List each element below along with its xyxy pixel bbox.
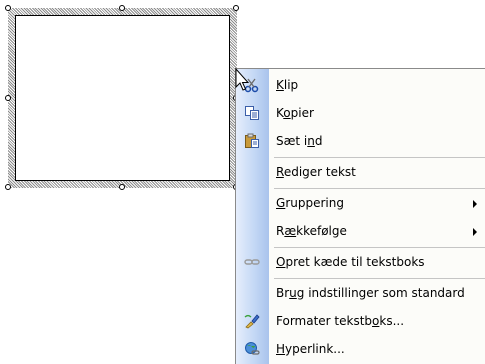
context-menu: Klip Kopier Sæt ind Rediger tekst Gruppe… [236, 69, 485, 364]
slide-canvas: Klip Kopier Sæt ind Rediger tekst Gruppe… [0, 0, 485, 364]
paste-icon [244, 133, 260, 149]
menu-item-hyperlink[interactable]: Hyperlink... [236, 335, 485, 363]
submenu-arrow-icon [473, 200, 477, 208]
menu-item-label: Sæt ind [276, 134, 323, 148]
menu-item-label: Gruppering [276, 196, 344, 210]
menu-item-label: Klip [276, 78, 299, 92]
resize-handle-left[interactable] [5, 95, 11, 101]
resize-handle-bottom[interactable] [119, 184, 125, 190]
link-icon [244, 254, 260, 270]
copy-icon [244, 105, 260, 121]
menu-item-label: Kopier [276, 106, 314, 120]
submenu-arrow-icon [473, 228, 477, 236]
resize-handle-top-left[interactable] [5, 5, 11, 11]
menu-item-order[interactable]: Rækkefølge [236, 217, 485, 245]
menu-item-label: Hyperlink... [276, 342, 345, 356]
menu-item-create-textbox-link[interactable]: Opret kæde til tekstboks [236, 248, 485, 276]
menu-item-label: Opret kæde til tekstboks [276, 255, 425, 269]
menu-item-label: Formater tekstboks... [276, 314, 405, 328]
resize-handle-top[interactable] [119, 5, 125, 11]
menu-item-label: Rækkefølge [276, 224, 347, 238]
menu-item-grouping[interactable]: Gruppering [236, 189, 485, 217]
resize-handle-bottom-left[interactable] [5, 184, 11, 190]
menu-item-edit-text[interactable]: Rediger tekst [236, 158, 485, 186]
mouse-pointer-icon [235, 67, 255, 98]
menu-item-format-textbox[interactable]: Formater tekstboks... [236, 307, 485, 335]
menu-item-copy[interactable]: Kopier [236, 99, 485, 127]
menu-item-label: Rediger tekst [276, 165, 356, 179]
hyperlink-icon [244, 341, 260, 357]
menu-item-set-as-default[interactable]: Brug indstillinger som standard [236, 279, 485, 307]
menu-item-cut[interactable]: Klip [236, 71, 485, 99]
resize-handle-top-right[interactable] [233, 5, 239, 11]
textbox-content-area[interactable] [15, 15, 230, 181]
menu-item-paste[interactable]: Sæt ind [236, 127, 485, 155]
format-icon [244, 313, 260, 329]
selected-textbox[interactable] [8, 8, 237, 188]
menu-item-label: Brug indstillinger som standard [276, 286, 465, 300]
